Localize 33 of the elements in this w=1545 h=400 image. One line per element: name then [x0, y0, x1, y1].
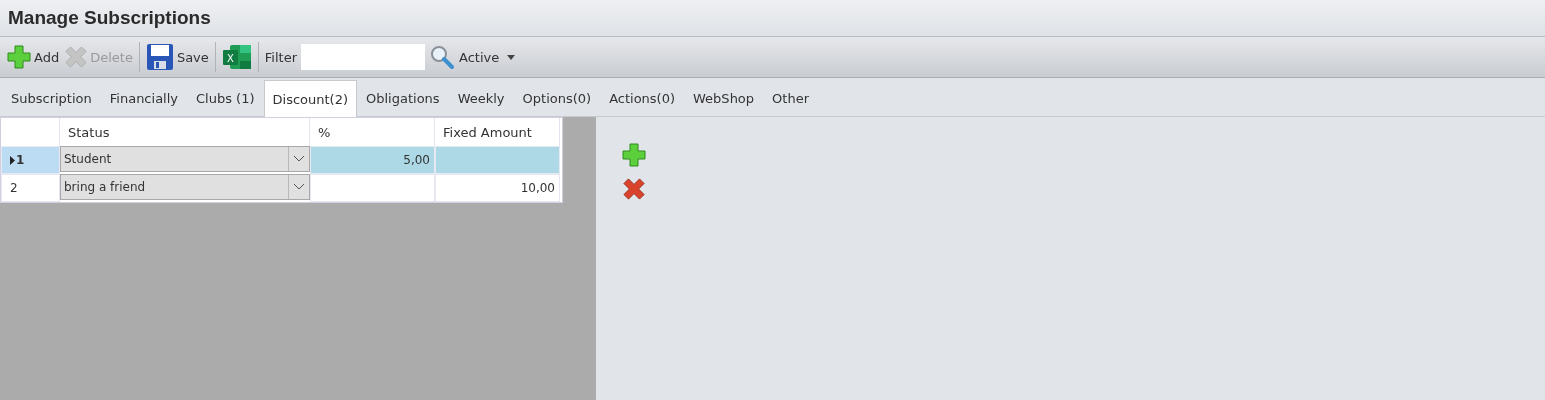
save-button[interactable]: Save [142, 41, 212, 73]
table-cell: 10,00 [435, 174, 560, 202]
tab[interactable]: Other [763, 80, 818, 116]
status-dropdown[interactable]: Student [60, 146, 310, 172]
status-dropdown[interactable]: bring a friend [60, 174, 310, 200]
cross-icon [65, 46, 88, 68]
add-button[interactable]: Add [4, 43, 63, 71]
tab[interactable]: WebShop [684, 80, 764, 116]
tab[interactable]: Clubs (1) [187, 80, 264, 116]
tab[interactable]: Weekly [448, 80, 514, 116]
plus-icon [622, 143, 646, 167]
caret-icon [507, 54, 516, 60]
table-cell: 5,00 [310, 146, 435, 174]
row-number[interactable]: 1 [1, 146, 60, 174]
search-icon[interactable] [429, 44, 455, 70]
tab[interactable]: Actions(0) [600, 80, 685, 116]
tab[interactable]: Obligations [357, 80, 449, 116]
plus-icon [7, 45, 31, 69]
current-row-icon [10, 155, 15, 165]
filter-field[interactable] [301, 44, 425, 70]
tab[interactable]: Financially [100, 80, 187, 116]
row-number[interactable]: 2 [1, 174, 60, 202]
window-title: Manage Subscriptions [8, 7, 211, 29]
tab[interactable]: Discount(2) [263, 80, 357, 117]
add-row-button[interactable] [620, 141, 648, 169]
delete-row-button[interactable] [620, 175, 648, 203]
chevron-down-icon [294, 184, 304, 190]
filter-label: Filter [264, 49, 297, 65]
cross-icon [623, 178, 645, 200]
chevron-down-icon [294, 156, 304, 162]
status-dropdown[interactable]: Active [455, 47, 520, 67]
tab[interactable]: Subscription [2, 80, 101, 116]
tab[interactable]: Options(0) [513, 80, 601, 116]
